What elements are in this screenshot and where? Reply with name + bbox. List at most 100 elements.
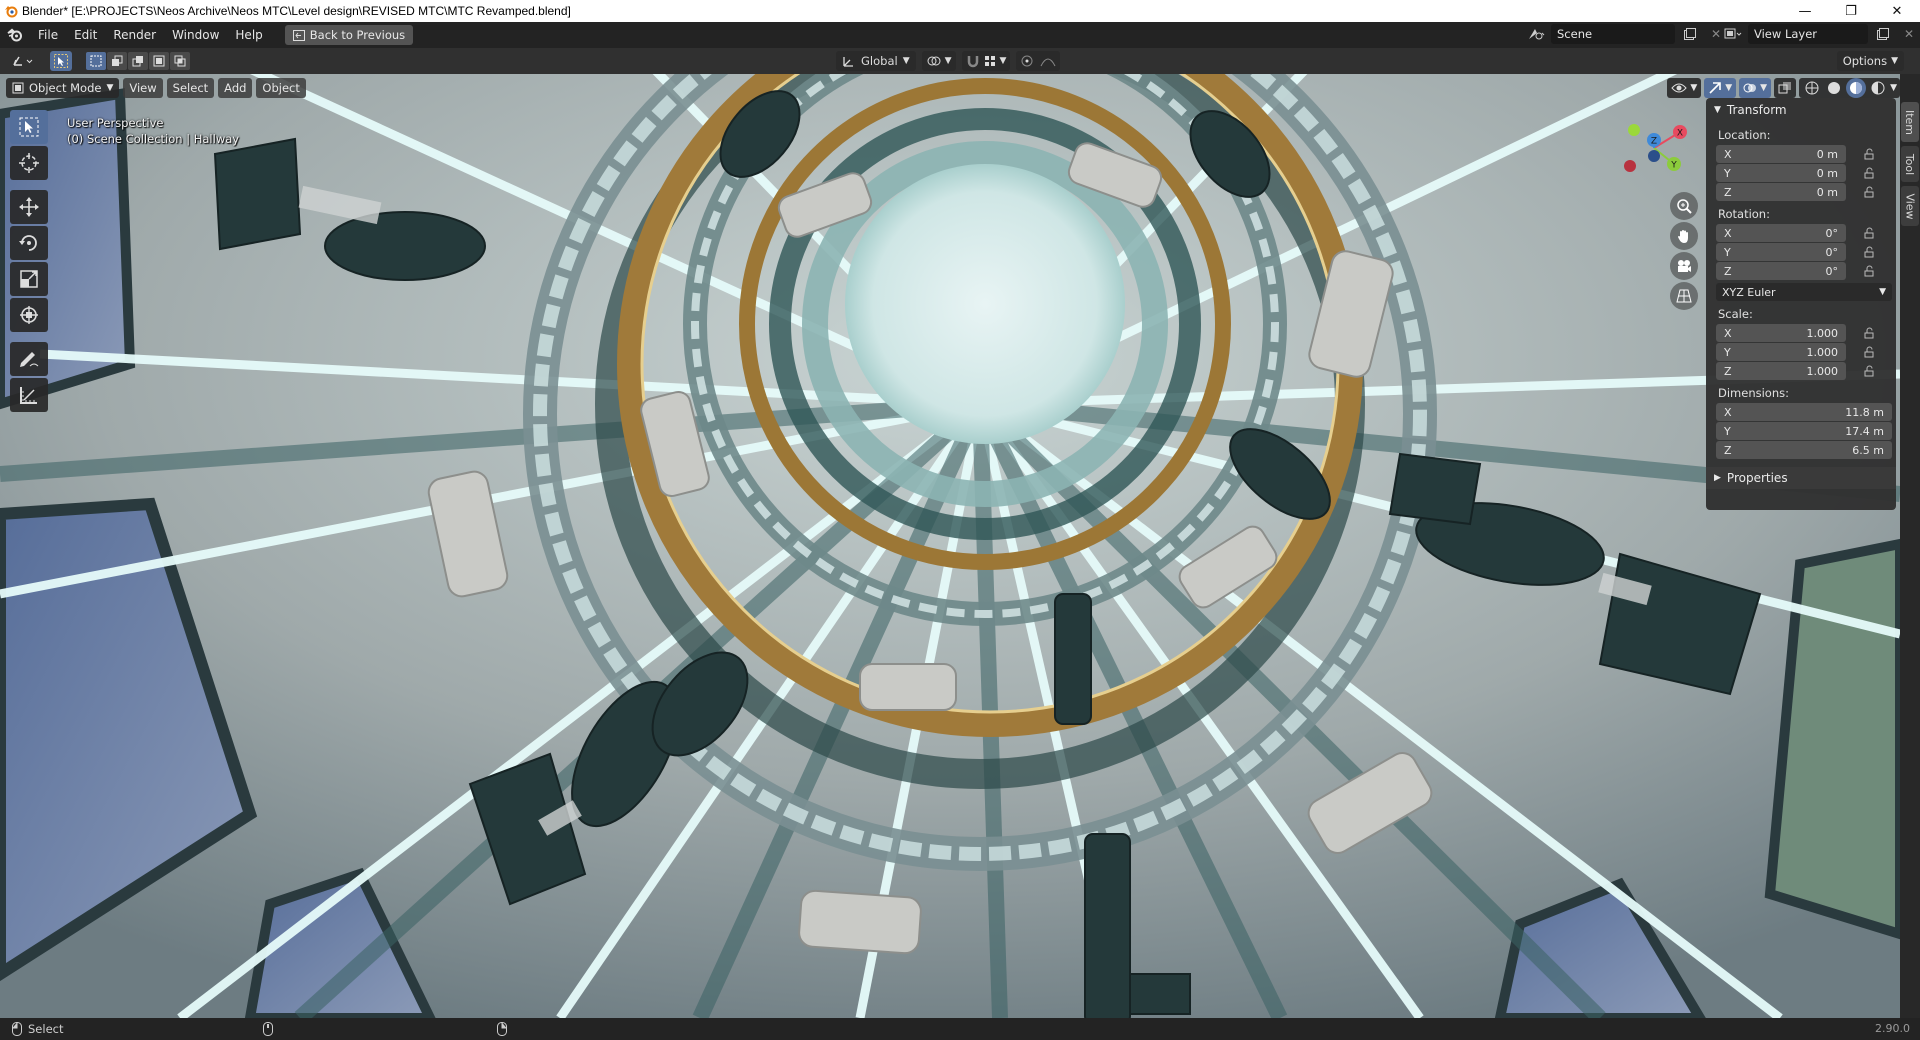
lock-icon[interactable] [1860, 167, 1878, 179]
ortho-toggle-button[interactable] [1670, 282, 1698, 310]
lock-icon[interactable] [1860, 346, 1878, 358]
minimize-icon[interactable]: — [1782, 0, 1828, 22]
select-box-tool[interactable] [10, 110, 48, 144]
cursor-tool[interactable] [10, 146, 48, 180]
back-to-previous-button[interactable]: Back to Previous [284, 25, 414, 45]
chevron-down-icon: ▼ [1760, 83, 1768, 93]
lock-icon[interactable] [1860, 265, 1878, 277]
navigation-gizmo[interactable]: X Y Z [1614, 100, 1694, 180]
menu-file[interactable]: File [30, 24, 66, 46]
rotation-z-field[interactable]: Z 0° [1716, 262, 1846, 280]
axis-label: X [1724, 405, 1732, 419]
chevron-down-icon: ▼ [106, 83, 114, 93]
gizmo-toggle[interactable]: ▼ [1704, 78, 1737, 98]
menu-help[interactable]: Help [227, 24, 270, 46]
new-scene-icon[interactable] [1679, 24, 1701, 44]
snap-increment-icon[interactable] [983, 54, 997, 68]
3d-viewport[interactable]: Object Mode ▼ View Select Add Object Use… [0, 74, 1900, 1018]
add-label: Add [224, 81, 247, 95]
menu-render[interactable]: Render [105, 24, 164, 46]
annotate-tool[interactable] [10, 342, 48, 376]
lock-icon[interactable] [1860, 327, 1878, 339]
field-value: 11.8 m [1845, 405, 1884, 419]
rotation-mode-dropdown[interactable]: XYZ Euler ▼ [1716, 283, 1892, 301]
solid-shading-icon[interactable] [1824, 78, 1844, 98]
pan-button[interactable] [1670, 222, 1698, 250]
editor-type-icon[interactable] [8, 51, 40, 71]
zoom-button[interactable] [1670, 192, 1698, 220]
select-tool-icon[interactable] [50, 51, 72, 71]
select-set-icon[interactable] [86, 52, 106, 70]
lock-icon[interactable] [1860, 365, 1878, 377]
camera-view-button[interactable] [1670, 252, 1698, 280]
viewport-menu-select[interactable]: Select [166, 78, 215, 98]
orientation-dropdown[interactable]: Global ▼ [836, 51, 916, 71]
rendered-shading-icon[interactable] [1868, 78, 1888, 98]
select-intersect-icon[interactable] [170, 52, 190, 70]
axis-label: Z [1724, 443, 1732, 457]
menu-window[interactable]: Window [164, 24, 227, 46]
gizmo-neg-x[interactable] [1624, 160, 1636, 172]
transform-panel-header[interactable]: ▼ Transform [1706, 98, 1896, 122]
restore-icon[interactable]: ❐ [1828, 0, 1874, 22]
new-view-layer-icon[interactable] [1872, 24, 1894, 44]
visibility-dropdown[interactable]: ▼ [1667, 78, 1702, 98]
scale-tool[interactable] [10, 262, 48, 296]
overlays-toggle[interactable]: ▼ [1739, 78, 1772, 98]
location-z-field[interactable]: Z 0 m [1716, 183, 1846, 201]
tab-tool[interactable]: Tool [1901, 146, 1919, 182]
options-dropdown[interactable]: Options ▼ [1836, 51, 1904, 71]
gizmo-neg-z[interactable] [1648, 150, 1660, 162]
mouse-right-icon [497, 1022, 508, 1036]
chevron-down-icon[interactable]: ▼ [1890, 83, 1897, 93]
material-shading-icon[interactable] [1846, 78, 1867, 98]
menu-edit[interactable]: Edit [66, 24, 105, 46]
location-x-field[interactable]: X 0 m [1716, 145, 1846, 163]
tab-item[interactable]: Item [1901, 102, 1919, 142]
view-layer-icon[interactable] [1722, 24, 1744, 44]
scale-z-field[interactable]: Z 1.000 [1716, 362, 1846, 380]
properties-panel-header[interactable]: ▶ Properties [1706, 467, 1896, 489]
remove-view-layer-icon[interactable]: ✕ [1898, 24, 1920, 44]
tab-view[interactable]: View [1901, 186, 1919, 226]
blender-app-icon [0, 0, 22, 22]
blender-menu-icon[interactable] [0, 22, 30, 48]
xray-toggle[interactable] [1774, 78, 1797, 98]
transform-tool[interactable] [10, 298, 48, 332]
viewport-menu-view[interactable]: View [123, 78, 163, 98]
dimensions-x-field[interactable]: X 11.8 m [1716, 403, 1892, 421]
rotate-tool[interactable] [10, 226, 48, 260]
falloff-curve-icon[interactable] [1040, 54, 1056, 68]
scale-x-field[interactable]: X 1.000 [1716, 324, 1846, 342]
proportional-editing-group [1016, 51, 1061, 71]
viewport-menu-object[interactable]: Object [256, 78, 306, 98]
lock-icon[interactable] [1860, 246, 1878, 258]
close-icon[interactable]: ✕ [1874, 0, 1920, 22]
dimensions-z-field[interactable]: Z 6.5 m [1716, 441, 1892, 459]
scale-y-field[interactable]: Y 1.000 [1716, 343, 1846, 361]
rotation-y-field[interactable]: Y 0° [1716, 243, 1846, 261]
gizmo-neg-y[interactable] [1628, 124, 1640, 136]
select-invert-icon[interactable] [149, 52, 169, 70]
move-tool[interactable] [10, 190, 48, 224]
mode-dropdown[interactable]: Object Mode ▼ [6, 78, 120, 98]
lock-icon[interactable] [1860, 186, 1878, 198]
lock-icon[interactable] [1860, 148, 1878, 160]
viewport-menu-add[interactable]: Add [218, 78, 253, 98]
axis-label: X [1724, 226, 1732, 240]
rotation-label: Rotation: [1718, 207, 1770, 221]
pivot-point-dropdown[interactable]: ▼ [921, 51, 956, 71]
dimensions-y-field[interactable]: Y 17.4 m [1716, 422, 1892, 440]
select-extend-icon[interactable] [107, 52, 127, 70]
select-subtract-icon[interactable] [128, 52, 148, 70]
location-y-field[interactable]: Y 0 m [1716, 164, 1846, 182]
measure-tool[interactable] [10, 378, 48, 412]
view-layer-field[interactable]: View Layer [1748, 24, 1868, 44]
snap-magnet-icon[interactable] [966, 54, 980, 68]
rotation-x-field[interactable]: X 0° [1716, 224, 1846, 242]
proportional-edit-icon[interactable] [1020, 54, 1034, 68]
wireframe-shading-icon[interactable] [1802, 78, 1822, 98]
scene-name-field[interactable]: Scene [1551, 24, 1675, 44]
scene-type-icon[interactable] [1525, 24, 1547, 44]
lock-icon[interactable] [1860, 227, 1878, 239]
